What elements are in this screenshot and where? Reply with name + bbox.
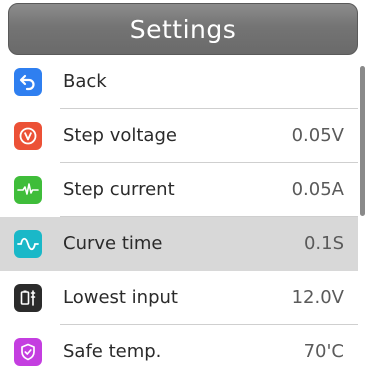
- curve-icon: [14, 230, 42, 258]
- scrollbar[interactable]: [360, 66, 365, 216]
- shield-icon: [14, 338, 42, 366]
- menu-item-label: Safe temp.: [63, 341, 162, 362]
- pulse-icon: [14, 176, 42, 204]
- menu-item-step-current[interactable]: Step current 0.05A: [0, 163, 358, 217]
- menu-item-step-voltage[interactable]: Step voltage 0.05V: [0, 109, 358, 163]
- menu-item-lowest-input[interactable]: Lowest input 12.0V: [0, 271, 358, 325]
- menu-item-label: Curve time: [63, 233, 163, 254]
- menu-item-label: Lowest input: [63, 287, 178, 308]
- menu-item-label: Back: [63, 71, 107, 92]
- menu-item-safe-temp[interactable]: Safe temp. 70'C: [0, 325, 358, 379]
- voltage-icon: [14, 122, 42, 150]
- page-title: Settings: [129, 14, 237, 44]
- menu-item-curve-time[interactable]: Curve time 0.1S: [0, 217, 358, 271]
- menu-item-back[interactable]: Back: [0, 55, 358, 109]
- menu-item-value: 0.1S: [303, 233, 344, 254]
- menu-item-label: Step voltage: [63, 125, 177, 146]
- settings-list: Back Step voltage 0.05V Step current 0.0…: [0, 55, 358, 369]
- menu-item-value: 0.05V: [291, 125, 344, 146]
- menu-item-value: 12.0V: [291, 287, 344, 308]
- menu-item-label: Step current: [63, 179, 175, 200]
- battery-icon: [14, 284, 42, 312]
- menu-item-value: 70'C: [303, 341, 344, 362]
- back-arrow-icon: [14, 68, 42, 96]
- menu-item-value: 0.05A: [291, 179, 344, 200]
- title-bar: Settings: [8, 3, 358, 55]
